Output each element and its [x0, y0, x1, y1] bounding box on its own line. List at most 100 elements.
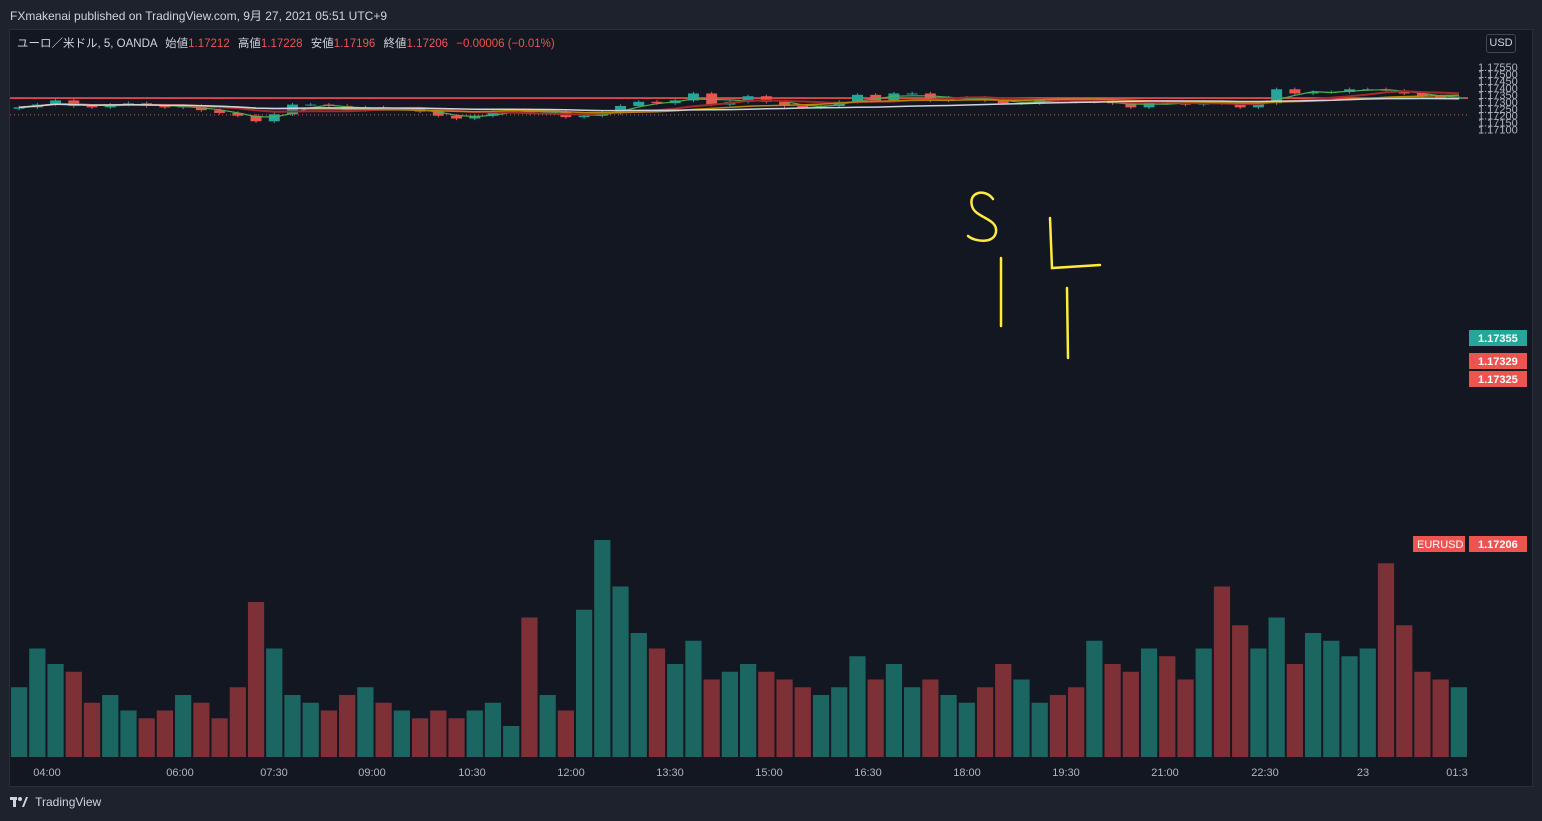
- volume-bar: [849, 656, 866, 757]
- volume-bar: [83, 702, 101, 757]
- volume-bar: [867, 679, 884, 757]
- candle-body: [633, 101, 645, 106]
- annotation-l-stroke: [1065, 286, 1070, 360]
- volume-bar: [29, 648, 46, 757]
- volume-bar: [685, 640, 702, 757]
- volume-bar: [47, 664, 64, 757]
- candle-body: [1289, 89, 1301, 94]
- volume-bar: [1177, 679, 1194, 757]
- tradingview-branding: TradingView: [10, 795, 101, 809]
- x-tick-label: 06:00: [166, 767, 194, 779]
- price-tag-label: 1.17355: [1478, 333, 1518, 345]
- x-tick-label: 21:00: [1151, 767, 1179, 779]
- volume-bar: [65, 671, 82, 757]
- volume-bar: [758, 671, 775, 757]
- x-tick-label: 23: [1357, 767, 1369, 779]
- volume-bar: [302, 702, 319, 757]
- volume-bar: [175, 695, 192, 757]
- volume-bar: [776, 679, 793, 757]
- volume-bar: [11, 687, 28, 757]
- volume-bar: [703, 679, 720, 757]
- price-chart[interactable]: 1.175501.175001.174501.174001.173501.173…: [0, 0, 1542, 821]
- volume-bar: [430, 710, 447, 757]
- brand-name: TradingView: [35, 795, 102, 809]
- x-tick-label: 16:30: [854, 767, 882, 779]
- volume-bar: [1232, 625, 1249, 757]
- candle-body: [305, 104, 317, 106]
- volume-bar: [284, 695, 301, 757]
- volume-bar: [1396, 625, 1413, 757]
- candle-body: [906, 93, 918, 95]
- volume-bar: [1359, 648, 1376, 757]
- price-tag-label: 1.17325: [1478, 374, 1518, 386]
- x-tick-label: 04:00: [33, 767, 61, 779]
- volume-bar: [120, 710, 137, 757]
- volume-bar: [885, 664, 903, 757]
- volume-bar: [1377, 563, 1395, 757]
- volume-bar: [976, 687, 994, 757]
- candle-body: [797, 105, 809, 108]
- volume-bar: [1213, 586, 1231, 757]
- x-tick-label: 19:30: [1052, 767, 1080, 779]
- volume-bar: [484, 702, 502, 757]
- annotation-l: [1048, 216, 1102, 270]
- volume-bar: [648, 648, 666, 757]
- volume-bar: [393, 710, 410, 757]
- volume-bar: [1341, 656, 1358, 757]
- volume-bar: [320, 710, 338, 757]
- x-tick-label: 10:30: [458, 767, 486, 779]
- x-tick-label: 09:00: [358, 767, 386, 779]
- volume-bar: [1250, 648, 1267, 757]
- volume-bar: [247, 602, 265, 757]
- volume-bar: [138, 718, 155, 757]
- volume-bar: [1086, 640, 1103, 757]
- volume-bar: [940, 695, 957, 757]
- volume-bar: [102, 695, 119, 757]
- volume-bar: [193, 702, 210, 757]
- volume-bar: [831, 687, 848, 757]
- annotation-s: [966, 191, 998, 242]
- volume-bar: [1304, 633, 1322, 757]
- volume-bar: [1068, 687, 1085, 757]
- volume-bar: [1159, 656, 1176, 757]
- volume-bar: [812, 695, 830, 757]
- volume-bar: [922, 679, 939, 757]
- volume-bar: [229, 687, 246, 757]
- price-tag-label: 1.17329: [1478, 356, 1518, 368]
- volume-bar: [740, 664, 757, 757]
- volume-bar: [594, 540, 611, 757]
- x-tick-label: 07:30: [260, 767, 288, 779]
- volume-bar: [575, 609, 593, 757]
- volume-bar: [1104, 664, 1121, 757]
- volume-bar: [1013, 679, 1030, 757]
- volume-bar: [1432, 679, 1449, 757]
- volume-bar: [630, 633, 647, 757]
- x-tick-label: 12:00: [557, 767, 585, 779]
- volume-bar: [448, 718, 465, 757]
- last-price-label: 1.17206: [1478, 539, 1518, 551]
- x-tick-label: 15:00: [755, 767, 783, 779]
- symbol-tag-label: EURUSD: [1417, 539, 1464, 551]
- candle-body: [86, 105, 98, 108]
- volume-bar: [1195, 648, 1212, 757]
- volume-bar: [211, 718, 228, 757]
- volume-bar: [1414, 671, 1431, 757]
- volume-bar: [1323, 640, 1340, 757]
- volume-bar: [156, 710, 174, 757]
- volume-bar: [612, 586, 629, 757]
- volume-bar: [1049, 695, 1067, 757]
- volume-bar: [339, 695, 356, 757]
- volume-bar: [794, 687, 811, 757]
- volume-bar: [1450, 687, 1467, 757]
- volume-bar: [667, 664, 684, 757]
- volume-bar: [1122, 671, 1139, 757]
- volume-bar: [521, 617, 538, 757]
- volume-bar: [411, 718, 429, 757]
- tradingview-logo-icon: [10, 797, 28, 807]
- x-tick-label: 13:30: [656, 767, 684, 779]
- volume-bar: [375, 702, 392, 757]
- x-tick-label: 18:00: [953, 767, 981, 779]
- x-tick-label: 01:3: [1446, 767, 1467, 779]
- volume-bar: [357, 687, 374, 757]
- volume-bar: [557, 710, 574, 757]
